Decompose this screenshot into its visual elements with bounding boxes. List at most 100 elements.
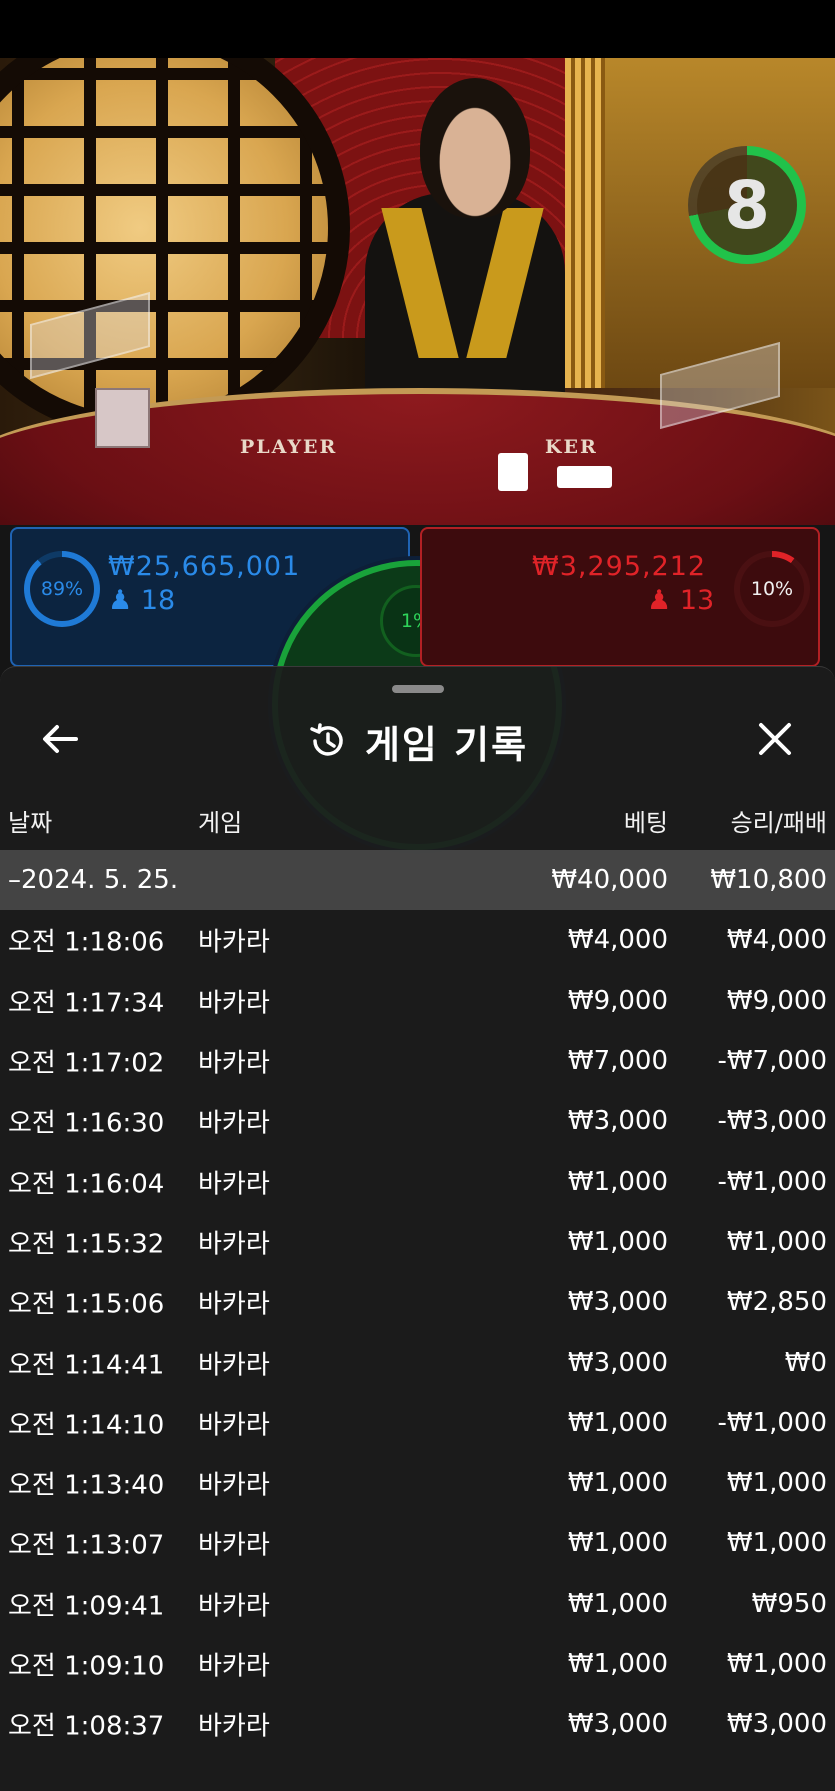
banker-bet-box[interactable]: ₩3,295,212 ♟ 13 10% bbox=[420, 527, 820, 667]
sheet-title: 게임 기록 bbox=[364, 722, 529, 767]
row-result: ₩9,000 bbox=[726, 985, 827, 1016]
table-row[interactable]: 오전 1:14:41 바카라 ₩3,000 ₩0 bbox=[0, 1332, 835, 1392]
table-row[interactable]: 오전 1:17:34 바카라 ₩9,000 ₩9,000 bbox=[0, 971, 835, 1031]
row-bet: ₩4,000 bbox=[567, 925, 668, 956]
lattice-window bbox=[0, 58, 350, 438]
history-table: –2024. 5. 25. ₩40,000 ₩10,800 오전 1:18:06… bbox=[0, 850, 835, 1754]
dealer-head bbox=[420, 78, 530, 218]
table-row[interactable]: 오전 1:08:37 바카라 ₩3,000 ₩3,000 bbox=[0, 1694, 835, 1754]
user-icon: ♟ bbox=[647, 585, 672, 616]
row-bet: ₩1,000 bbox=[567, 1528, 668, 1559]
row-bet: ₩1,000 bbox=[567, 1226, 668, 1257]
countdown-timer: 8 bbox=[688, 146, 806, 264]
row-game: 바카라 bbox=[198, 1711, 270, 1742]
row-result: -₩7,000 bbox=[717, 1046, 827, 1077]
row-time: 오전 1:15:32 bbox=[8, 1229, 165, 1260]
row-time: 오전 1:15:06 bbox=[8, 1289, 165, 1320]
row-result: ₩0 bbox=[784, 1347, 827, 1378]
banker-percent-ring: 10% bbox=[734, 551, 810, 627]
player-percent: 89% bbox=[30, 557, 94, 621]
live-video: PLAYER KER 8 bbox=[0, 58, 835, 533]
banker-percent: 10% bbox=[740, 557, 804, 621]
row-time: 오전 1:08:37 bbox=[8, 1711, 165, 1742]
countdown-value: 8 bbox=[697, 155, 797, 255]
row-game: 바카라 bbox=[198, 1108, 270, 1139]
table-row[interactable]: 오전 1:09:10 바카라 ₩1,000 ₩1,000 bbox=[0, 1634, 835, 1694]
table-label-player: PLAYER bbox=[240, 436, 338, 458]
table-row[interactable]: 오전 1:16:30 바카라 ₩3,000 -₩3,000 bbox=[0, 1091, 835, 1151]
row-result: -₩1,000 bbox=[717, 1407, 827, 1438]
table-row[interactable]: 오전 1:15:32 바카라 ₩1,000 ₩1,000 bbox=[0, 1212, 835, 1272]
row-game: 바카라 bbox=[198, 1229, 270, 1260]
user-icon: ♟ bbox=[108, 585, 133, 616]
row-game: 바카라 bbox=[198, 1591, 270, 1622]
player-percent-ring: 89% bbox=[24, 551, 100, 627]
discard-stack bbox=[95, 388, 150, 448]
row-time: 오전 1:18:06 bbox=[8, 927, 165, 958]
row-bet: ₩1,000 bbox=[567, 1588, 668, 1619]
row-bet: ₩3,000 bbox=[567, 1287, 668, 1318]
row-time: 오전 1:16:04 bbox=[8, 1169, 165, 1200]
close-button[interactable] bbox=[753, 717, 797, 761]
table-row[interactable]: 오전 1:13:07 바카라 ₩1,000 ₩1,000 bbox=[0, 1513, 835, 1573]
row-bet: ₩1,000 bbox=[567, 1468, 668, 1499]
row-bet: ₩1,000 bbox=[567, 1407, 668, 1438]
table-row[interactable]: 오전 1:14:10 바카라 ₩1,000 -₩1,000 bbox=[0, 1393, 835, 1453]
summary-date: –2024. 5. 25. bbox=[8, 865, 179, 896]
row-bet: ₩1,000 bbox=[567, 1649, 668, 1679]
row-result: ₩1,000 bbox=[726, 1649, 827, 1679]
sheet-drag-handle[interactable] bbox=[392, 685, 444, 693]
column-header-game[interactable]: 게임 bbox=[198, 803, 242, 838]
player-bet-amount: ₩25,665,001 bbox=[108, 551, 301, 582]
row-result: -₩1,000 bbox=[717, 1166, 827, 1197]
row-time: 오전 1:13:40 bbox=[8, 1470, 165, 1501]
game-history-sheet: 게임 기록 날짜 게임 베팅 승리/패배 –2024. 5. 25. ₩40,0… bbox=[0, 666, 835, 1791]
banker-bettor-count: ♟ 13 bbox=[647, 585, 715, 616]
row-game: 바카라 bbox=[198, 1470, 270, 1501]
row-bet: ₩3,000 bbox=[567, 1347, 668, 1378]
playing-card bbox=[498, 453, 528, 491]
table-row[interactable]: 오전 1:16:04 바카라 ₩1,000 -₩1,000 bbox=[0, 1151, 835, 1211]
column-header-result[interactable]: 승리/패배 bbox=[731, 803, 827, 838]
row-time: 오전 1:13:07 bbox=[8, 1530, 165, 1561]
table-row[interactable]: 오전 1:17:02 바카라 ₩7,000 -₩7,000 bbox=[0, 1031, 835, 1091]
row-result: ₩1,000 bbox=[726, 1528, 827, 1559]
row-game: 바카라 bbox=[198, 988, 270, 1019]
column-header-date[interactable]: 날짜 bbox=[8, 803, 52, 838]
summary-bet: ₩40,000 bbox=[551, 865, 668, 896]
row-bet: ₩1,000 bbox=[567, 1166, 668, 1197]
row-bet: ₩3,000 bbox=[567, 1709, 668, 1740]
table-label-banker: KER bbox=[545, 436, 598, 458]
row-game: 바카라 bbox=[198, 1289, 270, 1320]
table-row[interactable]: 오전 1:18:06 바카라 ₩4,000 ₩4,000 bbox=[0, 910, 835, 970]
sheet-title-group: 게임 기록 bbox=[0, 707, 835, 775]
row-game: 바카라 bbox=[198, 1048, 270, 1079]
row-result: ₩1,000 bbox=[726, 1468, 827, 1499]
row-time: 오전 1:17:34 bbox=[8, 988, 165, 1019]
banker-bet-amount: ₩3,295,212 bbox=[532, 551, 707, 582]
table-row[interactable]: 오전 1:15:06 바카라 ₩3,000 ₩2,850 bbox=[0, 1272, 835, 1332]
date-summary-row[interactable]: –2024. 5. 25. ₩40,000 ₩10,800 bbox=[0, 850, 835, 911]
row-game: 바카라 bbox=[198, 1410, 270, 1441]
row-result: ₩3,000 bbox=[726, 1709, 827, 1740]
row-result: -₩3,000 bbox=[717, 1106, 827, 1137]
row-time: 오전 1:09:10 bbox=[8, 1651, 165, 1682]
close-icon bbox=[759, 723, 791, 755]
playing-card bbox=[557, 466, 612, 488]
row-time: 오전 1:14:41 bbox=[8, 1350, 165, 1381]
history-icon bbox=[310, 723, 343, 756]
row-game: 바카라 bbox=[198, 1350, 270, 1381]
row-bet: ₩7,000 bbox=[567, 1046, 668, 1077]
row-game: 바카라 bbox=[198, 1169, 270, 1200]
column-header-bet[interactable]: 베팅 bbox=[624, 803, 668, 838]
row-game: 바카라 bbox=[198, 1651, 270, 1682]
row-result: ₩950 bbox=[751, 1588, 827, 1619]
player-bettor-count: ♟ 18 bbox=[108, 585, 176, 616]
row-game: 바카라 bbox=[198, 927, 270, 958]
row-result: ₩2,850 bbox=[726, 1287, 827, 1318]
row-result: ₩1,000 bbox=[726, 1226, 827, 1257]
row-time: 오전 1:09:41 bbox=[8, 1591, 165, 1622]
table-row[interactable]: 오전 1:09:41 바카라 ₩1,000 ₩950 bbox=[0, 1574, 835, 1634]
table-row[interactable]: 오전 1:13:40 바카라 ₩1,000 ₩1,000 bbox=[0, 1453, 835, 1513]
row-result: ₩4,000 bbox=[726, 925, 827, 956]
